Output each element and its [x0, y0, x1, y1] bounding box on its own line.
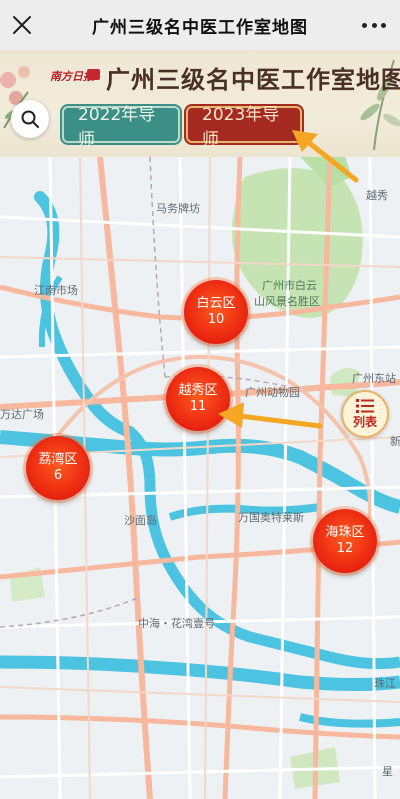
map-label: 江南市场: [34, 284, 78, 297]
map-label: 万国奥特莱斯: [238, 511, 304, 524]
district-name: 白云区: [196, 296, 236, 311]
district-count: 6: [53, 468, 63, 483]
map-label: 越秀: [366, 189, 388, 202]
map-label: 沙面岛: [124, 514, 157, 527]
district-marker-liwan[interactable]: 荔湾区 6: [26, 436, 90, 500]
district-name: 海珠区: [325, 525, 365, 540]
map-label: 广州东站: [352, 372, 396, 385]
map-label: 马务牌坊: [156, 202, 200, 215]
district-count: 12: [336, 541, 354, 556]
banner-title: 广州三级名中医工作室地图: [106, 65, 400, 94]
close-icon[interactable]: [10, 13, 34, 37]
search-button[interactable]: [11, 100, 49, 138]
nav-bar: 广州三级名中医工作室地图: [0, 0, 400, 50]
arrow-icon: [292, 130, 359, 183]
map-label: 中海・花湾壹号: [138, 617, 215, 630]
district-name: 越秀区: [178, 383, 218, 398]
map-label: 新: [390, 435, 400, 448]
tab-2022-mentors[interactable]: 2022年导师: [62, 105, 180, 150]
arrow-icon: [218, 402, 323, 429]
more-icon[interactable]: [362, 15, 386, 35]
district-marker-haizhu[interactable]: 海珠区 12: [313, 509, 377, 573]
map-view[interactable]: 越秀 马务牌坊 江南市场 广州市白云 山风景名胜区 广州动物园 广州东站 万达广…: [0, 157, 400, 799]
map-label: 广州市白云: [262, 279, 317, 292]
tab-2023-mentors[interactable]: 2023年导师: [186, 105, 302, 150]
district-count: 11: [189, 399, 207, 414]
list-button-label: 列表: [352, 414, 377, 429]
list-icon: [356, 398, 374, 413]
district-name: 荔湾区: [38, 452, 78, 467]
district-marker-baiyun[interactable]: 白云区 10: [184, 280, 248, 344]
page-title: 广州三级名中医工作室地图: [92, 17, 308, 38]
brand-seal-icon: [87, 69, 100, 80]
map-label: 万达广场: [0, 408, 44, 421]
search-icon: [21, 110, 39, 128]
map-label: 星: [382, 765, 393, 778]
map-label: 珠江: [374, 677, 396, 690]
district-count: 10: [207, 312, 225, 327]
map-label: 山风景名胜区: [254, 295, 320, 308]
list-button[interactable]: 列表: [341, 390, 389, 438]
